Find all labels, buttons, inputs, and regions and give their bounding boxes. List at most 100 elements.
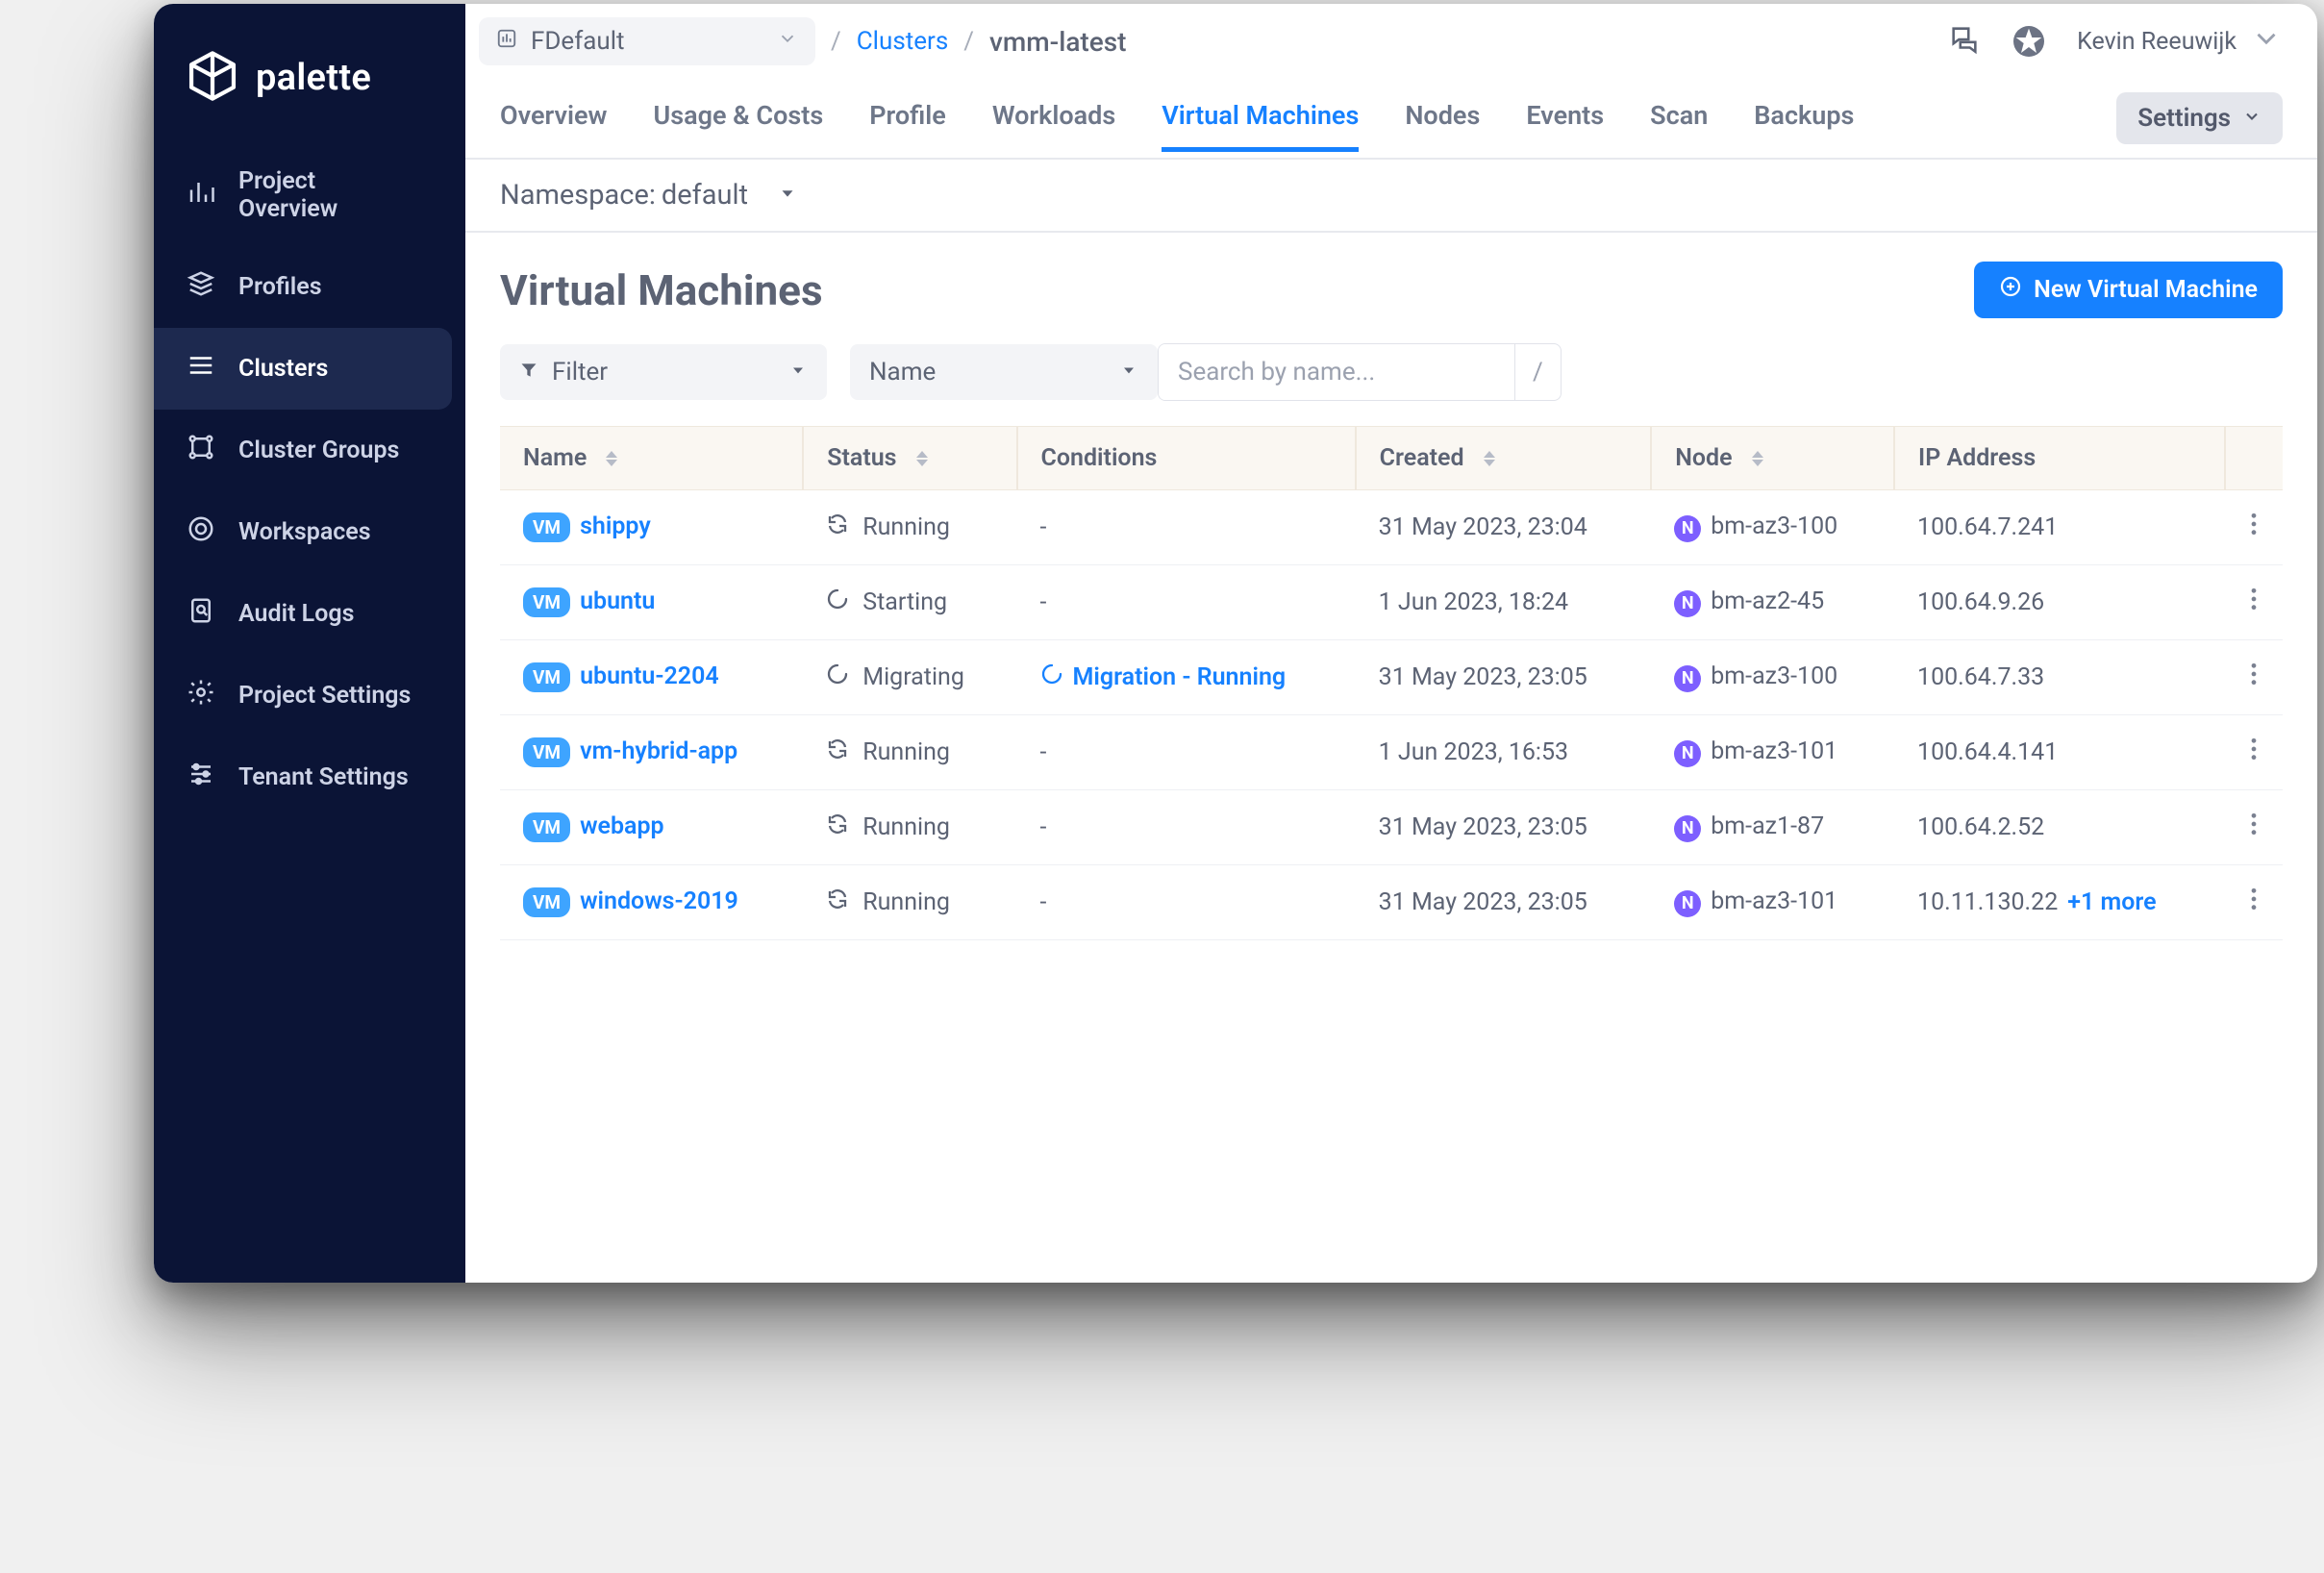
col-label: Node: [1675, 444, 1732, 472]
new-vm-button[interactable]: New Virtual Machine: [1974, 262, 2283, 318]
created-cell: 31 May 2023, 23:05: [1356, 790, 1652, 865]
sidebar-item-clusters[interactable]: Clusters: [154, 328, 452, 410]
plus-circle-icon: [1999, 275, 2022, 305]
sidebar-item-label: Audit Logs: [238, 600, 354, 628]
spinner-icon: [826, 662, 849, 692]
vm-badge: VM: [523, 812, 570, 842]
sort-icon: [606, 451, 617, 466]
chat-icon[interactable]: [1948, 23, 1981, 60]
col-label: IP Address: [1918, 444, 2036, 472]
node-badge: N: [1674, 515, 1701, 542]
sidebar-item-profiles[interactable]: Profiles: [154, 246, 452, 328]
cluster-icon: [187, 351, 215, 387]
chevron-down-icon: [2242, 104, 2262, 133]
sidebar-item-cluster-groups[interactable]: Cluster Groups: [154, 410, 452, 491]
project-selector[interactable]: FDefault: [479, 17, 815, 65]
row-menu-button[interactable]: [2225, 490, 2283, 565]
vm-badge: VM: [523, 587, 570, 617]
vm-badge: VM: [523, 512, 570, 542]
node-name: bm-az3-100: [1711, 662, 1837, 690]
user-menu[interactable]: Kevin Reeuwijk: [2077, 22, 2283, 62]
star-badge-icon[interactable]: [2013, 26, 2044, 57]
col-label: Status: [827, 444, 896, 472]
page-title: Virtual Machines: [500, 265, 823, 315]
field-dropdown[interactable]: Name: [850, 344, 1158, 400]
sidebar-item-tenant-settings[interactable]: Tenant Settings: [154, 737, 452, 818]
row-menu-button[interactable]: [2225, 640, 2283, 715]
vm-badge: VM: [523, 737, 570, 767]
settings-button[interactable]: Settings: [2116, 92, 2283, 144]
sidebar-item-label: Workspaces: [238, 518, 371, 546]
kebab-icon: [2250, 740, 2258, 768]
sidebar-item-audit-logs[interactable]: Audit Logs: [154, 573, 452, 655]
kebab-icon: [2250, 590, 2258, 618]
sidebar: palette Project Overview Profiles Cluste…: [154, 4, 465, 1283]
tab-profile[interactable]: Profile: [869, 100, 946, 152]
col-node[interactable]: Node: [1651, 427, 1894, 490]
namespace-selector[interactable]: Namespace: default: [465, 160, 2317, 233]
node-name: bm-az3-101: [1711, 887, 1837, 915]
caret-down-icon: [1119, 358, 1138, 387]
col-status[interactable]: Status: [803, 427, 1016, 490]
status-text: Starting: [862, 588, 947, 616]
vm-badge: VM: [523, 887, 570, 917]
sidebar-item-label: Project Overview: [238, 167, 419, 223]
vm-name-link[interactable]: ubuntu-2204: [580, 662, 719, 690]
workspace-icon: [187, 514, 215, 550]
col-created[interactable]: Created: [1356, 427, 1652, 490]
filter-dropdown[interactable]: Filter: [500, 344, 827, 400]
kebab-icon: [2250, 665, 2258, 693]
page-title-row: Virtual Machines New Virtual Machine: [465, 233, 2317, 336]
sidebar-item-project-overview[interactable]: Project Overview: [154, 144, 452, 246]
sidebar-item-workspaces[interactable]: Workspaces: [154, 491, 452, 573]
condition-link[interactable]: Migration - Running: [1040, 662, 1333, 692]
sort-icon: [916, 451, 928, 466]
tab-backups[interactable]: Backups: [1754, 100, 1854, 152]
tab-workloads[interactable]: Workloads: [992, 100, 1115, 152]
ip-address: 100.64.4.141: [1917, 738, 2058, 766]
kebab-icon: [2250, 515, 2258, 543]
ip-address: 100.64.7.33: [1917, 663, 2044, 691]
sidebar-item-project-settings[interactable]: Project Settings: [154, 655, 452, 737]
ip-address: 100.64.7.241: [1917, 513, 2058, 541]
row-menu-button[interactable]: [2225, 865, 2283, 940]
tab-virtual-machines[interactable]: Virtual Machines: [1162, 100, 1359, 152]
vm-name-link[interactable]: windows-2019: [580, 887, 738, 915]
filter-label: Filter: [552, 358, 608, 387]
tab-overview[interactable]: Overview: [500, 100, 607, 152]
breadcrumb-clusters[interactable]: Clusters: [857, 27, 949, 56]
vm-badge: VM: [523, 662, 570, 692]
vm-name-link[interactable]: webapp: [580, 812, 664, 840]
node-badge: N: [1674, 815, 1701, 842]
settings-label: Settings: [2137, 104, 2231, 133]
sidebar-item-label: Project Settings: [238, 682, 411, 710]
main-panel: FDefault / Clusters / vmm-latest Kevin R…: [465, 4, 2317, 1283]
table-row: VMshippyRunning-31 May 2023, 23:04Nbm-az…: [500, 490, 2283, 565]
tab-scan[interactable]: Scan: [1650, 100, 1708, 152]
created-cell: 31 May 2023, 23:05: [1356, 865, 1652, 940]
condition-text: Migration - Running: [1073, 663, 1287, 691]
condition-text: -: [1040, 588, 1047, 616]
status-text: Running: [862, 888, 950, 916]
bar-chart-icon: [187, 178, 215, 213]
search-input[interactable]: [1159, 344, 1514, 400]
vm-name-link[interactable]: shippy: [580, 512, 651, 540]
vm-table: Name Status Conditions Created Node IP A…: [500, 426, 2283, 940]
kebab-icon: [2250, 815, 2258, 843]
node-badge: N: [1674, 665, 1701, 692]
gear-icon: [187, 678, 215, 713]
condition-text: -: [1040, 888, 1047, 916]
row-menu-button[interactable]: [2225, 790, 2283, 865]
ip-more-link[interactable]: +1 more: [2067, 888, 2156, 916]
tab-nodes[interactable]: Nodes: [1405, 100, 1480, 152]
vm-name-link[interactable]: vm-hybrid-app: [580, 737, 737, 765]
namespace-value: default: [662, 179, 748, 212]
table-row: VMubuntuStarting-1 Jun 2023, 18:24Nbm-az…: [500, 565, 2283, 640]
status-text: Running: [862, 738, 950, 766]
col-name[interactable]: Name: [500, 427, 803, 490]
tab-events[interactable]: Events: [1526, 100, 1604, 152]
row-menu-button[interactable]: [2225, 715, 2283, 790]
tab-usage-costs[interactable]: Usage & Costs: [653, 100, 823, 152]
row-menu-button[interactable]: [2225, 565, 2283, 640]
vm-name-link[interactable]: ubuntu: [580, 587, 655, 615]
